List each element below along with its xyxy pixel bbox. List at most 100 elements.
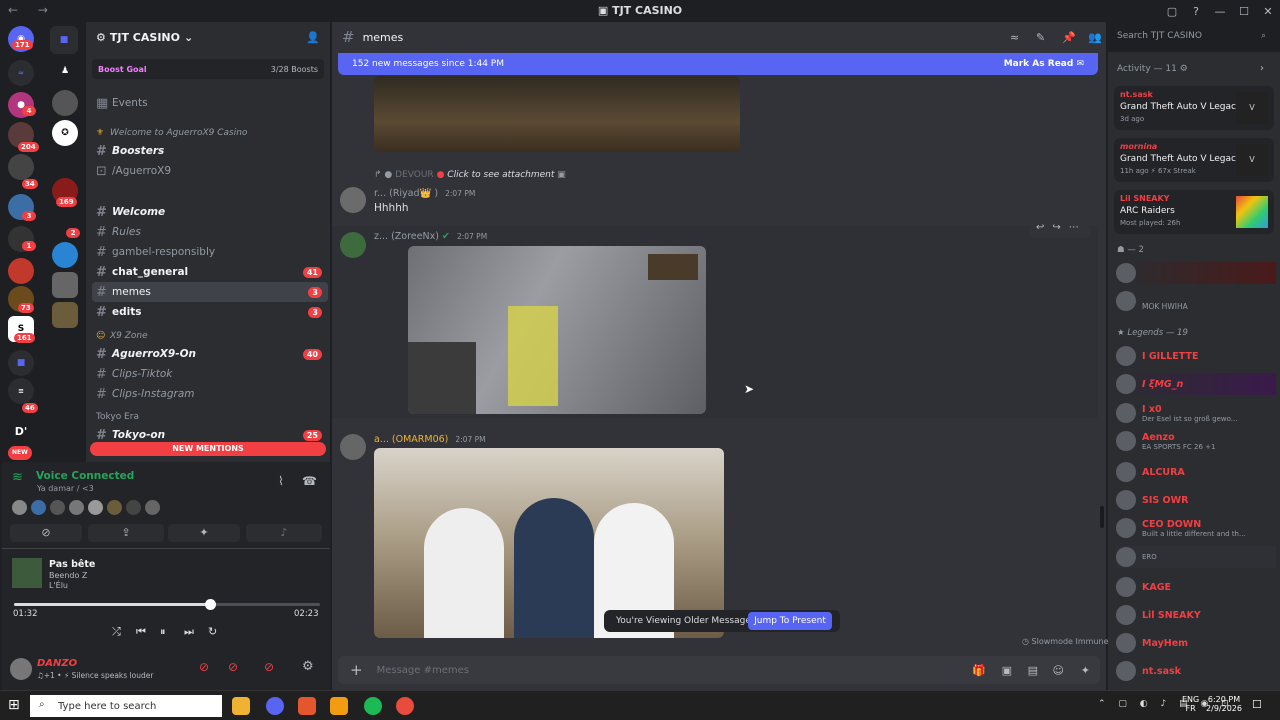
activities-button[interactable]: ✦	[168, 524, 240, 542]
voice-status[interactable]: Voice Connected	[36, 470, 134, 482]
attachment-image-2[interactable]	[408, 246, 706, 414]
channel-rules[interactable]: # Rules	[92, 222, 328, 242]
member-item[interactable]: ALCURA	[1116, 461, 1276, 483]
notification-icon[interactable]: ☐	[1252, 698, 1262, 711]
spotify-icon[interactable]	[364, 697, 382, 715]
close-button[interactable]: ✕	[1256, 0, 1280, 22]
member-item[interactable]: MayHem	[1116, 632, 1276, 654]
member-item[interactable]: I ξMG_n	[1116, 373, 1276, 395]
camera-off-button[interactable]: ⊘	[10, 524, 82, 542]
avatar[interactable]	[88, 500, 103, 515]
channel-aguerrox9[interactable]: ⊡ /AguerroX9	[92, 161, 328, 181]
username[interactable]: DANZO	[37, 658, 77, 669]
server-icon-4[interactable]	[52, 90, 78, 116]
mic-muted-icon[interactable]: ⊘	[228, 660, 238, 674]
pin-icon[interactable]: 📌	[1062, 31, 1076, 44]
deafen-icon[interactable]: ⊘	[264, 660, 274, 674]
member-item[interactable]	[1116, 262, 1276, 284]
avatar[interactable]	[12, 500, 27, 515]
gif-icon[interactable]: ▣	[1002, 664, 1012, 677]
soundboard-button[interactable]: ♪	[246, 524, 322, 542]
member-item[interactable]: KAGE	[1116, 576, 1276, 598]
channel-boosters[interactable]: # Boosters	[92, 141, 328, 161]
progress-track[interactable]	[14, 603, 320, 606]
voice-channel[interactable]: Ya damar / <3	[37, 484, 94, 493]
add-attachment-icon[interactable]: +	[350, 661, 363, 679]
app-icon-2[interactable]	[396, 697, 414, 715]
forward-icon[interactable]: ↪	[1052, 222, 1060, 236]
events-item[interactable]: ▦ Events	[92, 93, 328, 113]
message-composer[interactable]: + Message #memes 🎁 ▣ ▤ ☺ ✦	[338, 656, 1100, 684]
member-item[interactable]: I GILLETTE	[1116, 345, 1276, 367]
channel-aguerrox9-on[interactable]: # AguerroX9-On 40	[92, 344, 328, 364]
channel-welcome[interactable]: # Welcome	[92, 202, 328, 222]
member-item[interactable]: ERO	[1116, 546, 1276, 568]
members-icon[interactable]: 👥	[1088, 31, 1102, 44]
avatar[interactable]	[69, 500, 84, 515]
boost-goal[interactable]: Boost Goal 3/28 Boosts	[92, 59, 324, 79]
previous-icon[interactable]: ⏮	[136, 625, 146, 639]
threads-icon[interactable]: ≈	[1010, 31, 1019, 44]
discord-icon[interactable]	[266, 697, 284, 715]
server-icon-13[interactable]	[52, 302, 78, 328]
avatar[interactable]	[107, 500, 122, 515]
more-icon[interactable]: ⋯	[1069, 222, 1079, 236]
avatar[interactable]	[126, 500, 141, 515]
avatar[interactable]	[31, 500, 46, 515]
member-item[interactable]: MOK HWIHA	[1116, 290, 1276, 312]
server-icon-17[interactable]: ■	[8, 350, 34, 376]
category-welcome[interactable]: ⚜ Welcome to AguerroX9 Casino	[92, 123, 328, 143]
folder-icon[interactable]: ■	[50, 26, 78, 54]
emoji-icon[interactable]: ☺	[1053, 664, 1064, 677]
member-item[interactable]: Aenzo EA SPORTS FC 26 +1	[1116, 430, 1276, 452]
server-icon-18[interactable]: ≡	[8, 378, 34, 404]
member-item[interactable]: SIS OWR	[1116, 489, 1276, 511]
gear-icon[interactable]: ⚙	[1180, 64, 1188, 74]
member-item[interactable]: I x0 Der Esel ist so groß gewo...	[1116, 402, 1276, 424]
new-messages-banner[interactable]: 152 new messages since 1:44 PM Mark As R…	[338, 53, 1098, 75]
brave-icon[interactable]	[298, 697, 316, 715]
attachment-image-1[interactable]	[374, 76, 740, 152]
header-search[interactable]: Search TJT CASINO ⌕	[1112, 28, 1272, 46]
message-author[interactable]: r... (Riyad👑 ) 2:07 PM	[374, 188, 475, 199]
mark-as-read-button[interactable]: Mark As Read ✉	[1004, 59, 1084, 69]
shuffle-icon[interactable]: ⤮	[112, 625, 121, 639]
category-x9-zone[interactable]: ☺ X9 Zone	[92, 326, 328, 346]
language-indicator[interactable]: ENG FR	[1182, 695, 1199, 713]
reply-preview[interactable]: ↱ ● DEVOUR ● Click to see attachment ▣	[374, 170, 566, 180]
message-input[interactable]: Message #memes	[377, 665, 469, 676]
camera-off-icon[interactable]: ⊘	[199, 660, 209, 674]
reply-icon[interactable]: ↩	[1036, 222, 1044, 236]
avatar[interactable]	[340, 187, 366, 213]
next-icon[interactable]: ⏭	[184, 625, 194, 639]
member-item[interactable]: Lil SNEAKY	[1116, 604, 1276, 626]
add-friend-icon[interactable]: 👤	[306, 31, 320, 44]
activity-card[interactable]: mornina Grand Theft Auto V Legacy 11h ag…	[1114, 138, 1274, 182]
file-explorer-icon[interactable]	[232, 697, 250, 715]
server-icon-5[interactable]: ✪	[52, 120, 78, 146]
notifications-icon[interactable]: ✎	[1036, 31, 1045, 44]
track-artist[interactable]: Beendo Z	[49, 571, 87, 580]
category-tokyo-era[interactable]: Tokyo Era	[92, 407, 328, 427]
taskbar-search[interactable]: ⌕ Type here to search	[30, 695, 222, 717]
clock[interactable]: 6:20 PM 2/9/2026	[1206, 695, 1242, 713]
sticker-icon[interactable]: ▤	[1028, 664, 1038, 677]
repeat-icon[interactable]: ↻	[208, 625, 217, 638]
gift-icon[interactable]: 🎁	[972, 664, 986, 677]
scrollbar[interactable]	[1100, 506, 1104, 528]
server-icon-7[interactable]	[8, 154, 34, 180]
apps-icon[interactable]: ✦	[1081, 664, 1090, 677]
channel-chat-general[interactable]: # chat_general 41	[92, 262, 328, 282]
app-icon[interactable]	[330, 697, 348, 715]
disconnect-icon[interactable]: ☎	[302, 474, 317, 488]
jump-to-present-button[interactable]: Jump To Present	[748, 612, 832, 630]
track-title[interactable]: Pas bête	[49, 559, 95, 570]
minimize-button[interactable]: —	[1208, 0, 1232, 22]
inbox-icon[interactable]: ▢	[1160, 0, 1184, 22]
pause-icon[interactable]: ⏸	[160, 625, 166, 639]
member-item[interactable]: nt.sask	[1116, 660, 1276, 682]
progress-knob[interactable]	[204, 599, 216, 610]
avatar[interactable]	[50, 500, 65, 515]
noise-suppression-icon[interactable]: ⌇	[278, 474, 284, 488]
help-icon[interactable]: ?	[1184, 0, 1208, 22]
